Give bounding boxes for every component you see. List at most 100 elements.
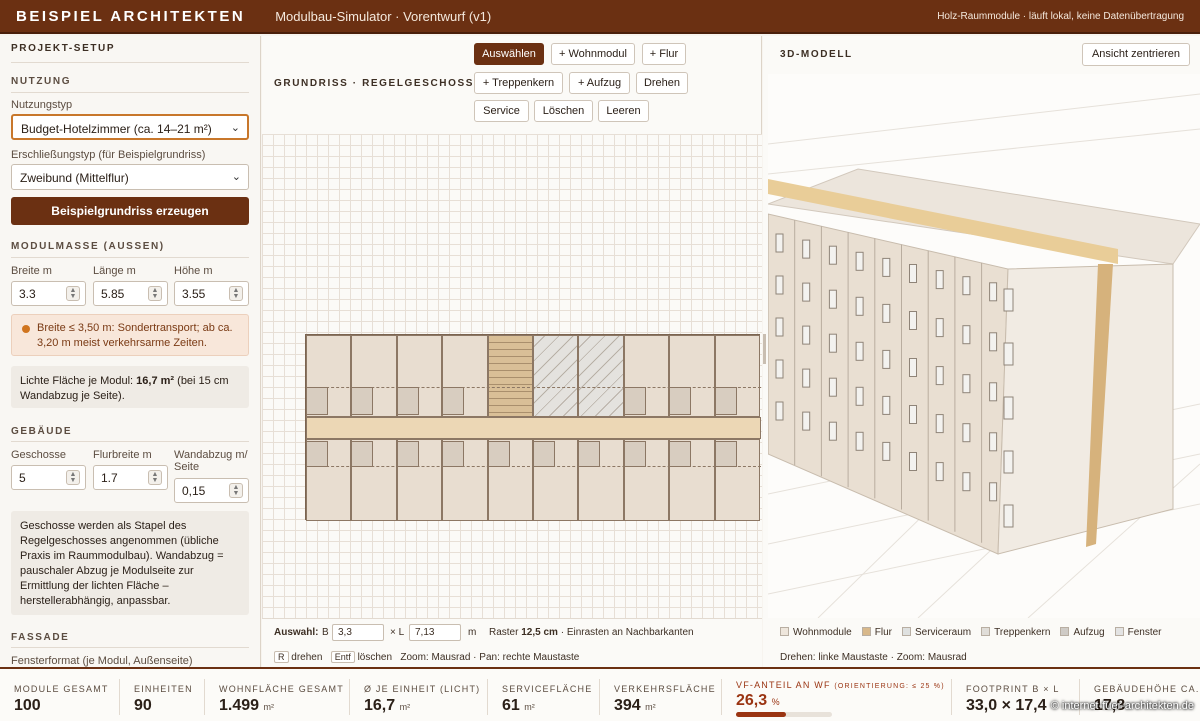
legend-item: Wohnmodule [780, 627, 852, 638]
stepper-icon[interactable]: ▲ ▼ [66, 286, 80, 301]
model-viewport[interactable] [768, 74, 1200, 618]
bathroom[interactable] [487, 441, 510, 467]
legend-swatch-icon [780, 627, 789, 636]
legend-item: Treppenkern [981, 627, 1050, 638]
bathroom[interactable] [533, 441, 555, 467]
bathroom[interactable] [714, 387, 737, 415]
floor-plan[interactable] [305, 334, 761, 521]
stepper-icon[interactable]: ▲ ▼ [148, 286, 162, 301]
tool-service-button[interactable]: Service [474, 100, 529, 122]
stat-footprint: FOOTPRINT B × L 33,0 × 17,4 [952, 669, 1060, 721]
breite-input[interactable]: 3.3 ▲ ▼ [11, 281, 86, 306]
tool-rotate-button[interactable]: Drehen [636, 72, 688, 94]
stair-core[interactable] [487, 335, 533, 417]
divider [11, 647, 249, 648]
stat-value: 394 [614, 697, 641, 714]
bathroom[interactable] [623, 387, 646, 415]
hoehe-input[interactable]: 3.55 ▲ ▼ [174, 281, 249, 306]
stepper-icon[interactable]: ▲ ▼ [229, 483, 243, 498]
window-icon [935, 318, 944, 338]
key-entf: Entf [330, 651, 355, 663]
bathroom[interactable] [442, 387, 465, 415]
wandabzug-input[interactable]: 0,15 ▲ ▼ [174, 478, 249, 503]
window-icon [1003, 342, 1014, 366]
stat-value: 90 [134, 697, 152, 714]
bathroom[interactable] [623, 441, 646, 467]
bathroom[interactable] [669, 387, 692, 415]
divider [11, 62, 249, 63]
measure-bar: Auswahl: B 3,3 × L 7,13 m Raster 12,5 cm… [262, 618, 762, 667]
key-r: R [274, 651, 289, 663]
flaeche-info: Lichte Fläche je Modul: 16,7 m² (bei 15 … [11, 366, 249, 408]
window-icon [989, 482, 998, 502]
geschosse-input[interactable]: 5 ▲ ▼ [11, 465, 86, 490]
window-icon [828, 333, 837, 353]
window-icon [882, 441, 891, 461]
legend-label: Wohnmodule [793, 627, 852, 638]
generate-plan-button[interactable]: Beispielgrundriss erzeugen [11, 197, 249, 225]
zoom-pan-hint: Zoom: Mausrad · Pan: rechte Maustaste [400, 652, 580, 663]
stat-hoehe: GEBÄUDEHÖHE CA. 17,8 [1080, 669, 1200, 721]
window-icon [989, 332, 998, 352]
laenge-label: Länge m [93, 265, 136, 277]
stepper-icon[interactable]: ▲ ▼ [148, 470, 162, 485]
selection-length-input[interactable]: 7,13 [409, 624, 461, 641]
window-icon [962, 276, 971, 296]
bathroom[interactable] [351, 441, 374, 467]
bathroom[interactable] [669, 441, 692, 467]
window-icon [855, 386, 864, 406]
building-3d-render [768, 93, 1200, 618]
tool-select-button[interactable]: Auswählen [474, 43, 544, 65]
legend-swatch-icon [1060, 627, 1070, 636]
window-icon [855, 296, 864, 316]
bathroom[interactable] [714, 441, 737, 467]
flurbreite-label: Flurbreite m [93, 449, 152, 461]
tool-add-aufzug-button[interactable]: + Aufzug [569, 72, 630, 94]
plan-canvas[interactable] [262, 134, 762, 618]
window-icon [802, 368, 811, 388]
window-icon [802, 325, 811, 345]
selection-width-input[interactable]: 3,3 [332, 624, 384, 641]
raster-value: 12,5 cm [521, 627, 558, 638]
top-bar: BEISPIEL ARCHITEKTEN Modulbau-Simulator … [0, 0, 1200, 34]
legend-item: Flur [861, 627, 892, 638]
stepper-icon[interactable]: ▲ ▼ [66, 470, 80, 485]
tool-add-treppenkern-button[interactable]: + Treppenkern [474, 72, 563, 94]
l-label: × L [390, 627, 405, 638]
center-view-button[interactable]: Ansicht zentrieren [1082, 43, 1190, 66]
resize-handle[interactable] [763, 334, 766, 364]
erschliessung-select[interactable]: Zweibund (Mittelflur) ⌄ [11, 164, 249, 190]
bathroom[interactable] [306, 387, 328, 415]
stat-label: MODULE GESAMT [14, 684, 109, 694]
window-icon [775, 359, 784, 379]
bathroom[interactable] [578, 441, 601, 467]
section-title-fassade: FASSADE [11, 632, 70, 643]
tool-clear-button[interactable]: Leeren [598, 100, 649, 122]
legend-swatch-icon [1114, 627, 1124, 636]
tool-delete-button[interactable]: Löschen [534, 100, 593, 122]
stepper-icon[interactable]: ▲ ▼ [229, 286, 243, 301]
flurbreite-input[interactable]: 1.7 ▲ ▼ [93, 465, 168, 490]
tool-add-flur-button[interactable]: + Flur [642, 43, 686, 65]
bathroom[interactable] [396, 387, 419, 415]
service-shaft[interactable] [578, 335, 624, 417]
nutzungstyp-select[interactable]: Budget-Hotelzimmer (ca. 14–21 m²) ⌄ [11, 114, 249, 140]
raster-post: · Einrasten an Nachbarkanten [557, 627, 694, 638]
tool-add-wohnmodul-button[interactable]: + Wohnmodul [551, 43, 635, 65]
bathroom[interactable] [442, 441, 465, 467]
bathroom[interactable] [351, 387, 374, 415]
warning-text: Breite ≤ 3,50 m: Sondertransport; ab ca.… [37, 322, 233, 349]
delete-hint: löschen [357, 652, 393, 663]
stat-label: SERVICEFLÄCHE [502, 684, 593, 694]
window-icon [1003, 396, 1014, 420]
corridor[interactable] [306, 417, 761, 439]
bathroom[interactable] [396, 441, 419, 467]
stat-module: MODULE GESAMT 100 [0, 669, 109, 721]
bathroom[interactable] [306, 441, 328, 467]
stat-orientation: (ORIENTIERUNG: ≤ 25 %) [834, 683, 945, 690]
stat-unit: m² [263, 702, 275, 712]
elevator-shaft[interactable] [533, 335, 579, 417]
project-setup-panel: PROJEKT-SETUP NUTZUNG Nutzungstyp Budget… [0, 36, 261, 667]
laenge-input[interactable]: 5.85 ▲ ▼ [93, 281, 168, 306]
stat-value: 100 [14, 697, 41, 714]
